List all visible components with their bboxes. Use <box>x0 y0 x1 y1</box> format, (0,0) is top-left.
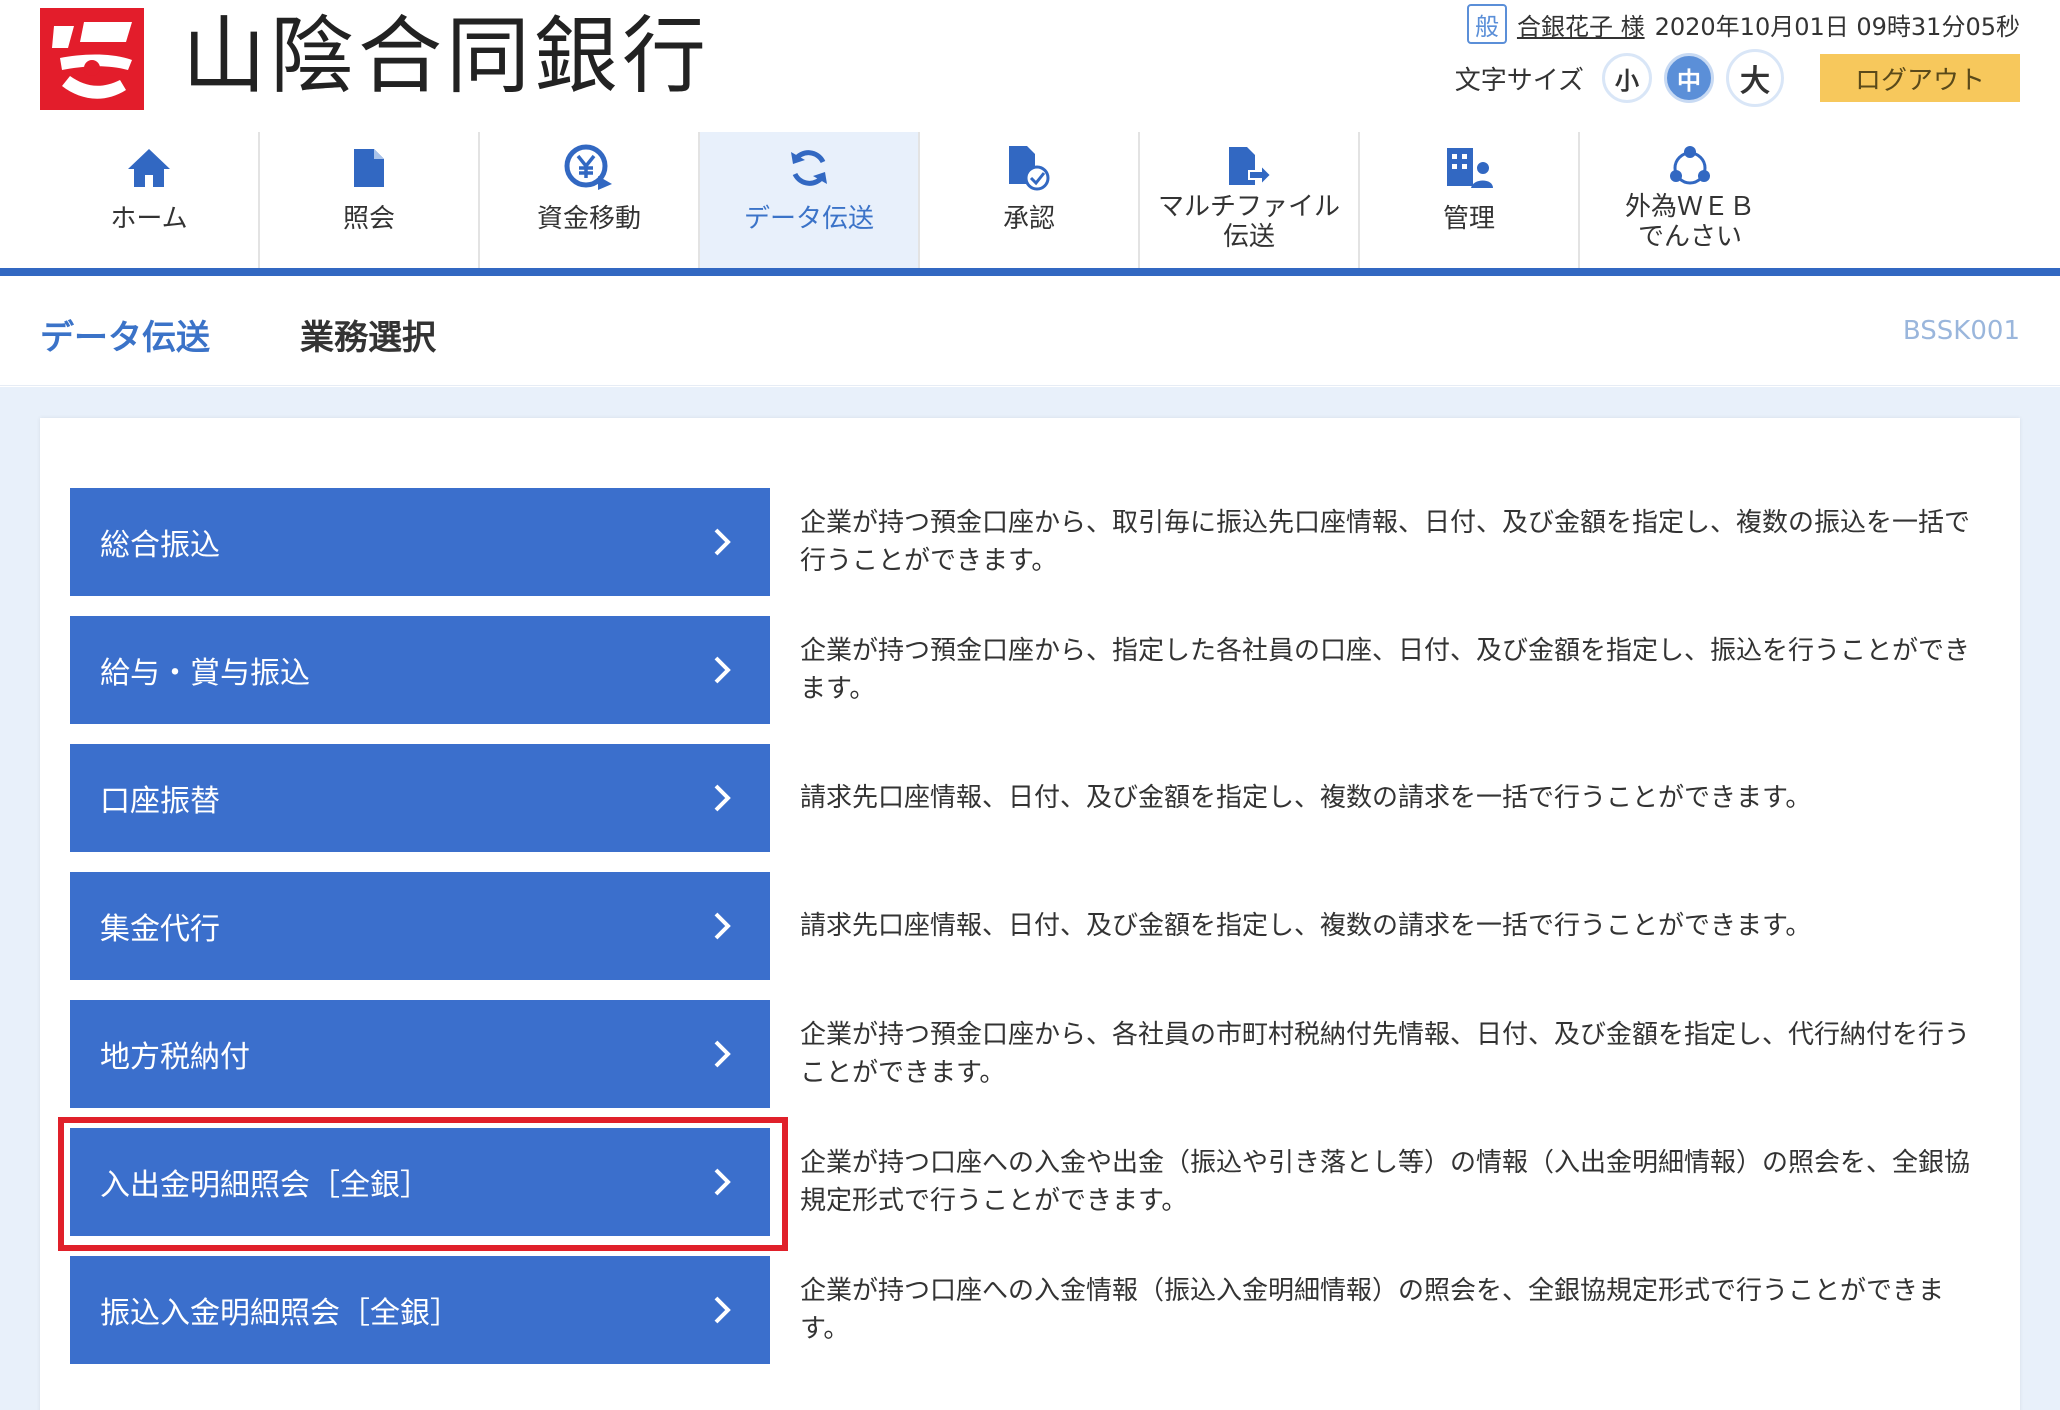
menu-button-nyushukkin-meisai-shokai[interactable]: 入出金明細照会［全銀］ <box>70 1128 770 1236</box>
bank-logo-mark <box>40 8 144 110</box>
menu-row: 入出金明細照会［全銀］ 企業が持つ口座への入金や出金（振込や引き落とし等）の情報… <box>70 1128 1990 1236</box>
nav-item-home[interactable]: ホーム <box>40 132 260 268</box>
chevron-right-icon <box>714 528 731 556</box>
user-name-link[interactable]: 合銀花子 様 <box>1517 7 1645 42</box>
menu-description: 企業が持つ口座への入金情報（振込入金明細情報）の照会を、全銀協規定形式で行うこと… <box>800 1276 1945 1344</box>
chevron-right-icon <box>714 1168 731 1196</box>
menu-button-label: 集金代行 <box>100 912 220 947</box>
menu-button-kyuyo-shoyo-furikomi[interactable]: 給与・賞与振込 <box>70 616 770 724</box>
chevron-right-icon <box>714 912 731 940</box>
bank-name: 山陰合同銀行 <box>182 7 711 105</box>
nav-label: 照会 <box>342 204 395 234</box>
page-category: データ伝送 <box>40 318 210 358</box>
font-size-medium-button[interactable]: 中 <box>1664 53 1714 103</box>
menu-button-label: 口座振替 <box>100 784 220 819</box>
menu-button-label: 入出金明細照会［全銀］ <box>100 1168 430 1203</box>
nav-item-forex-densai[interactable]: 外為ＷＥＢ でんさい <box>1580 132 1800 268</box>
menu-description: 企業が持つ預金口座から、各社員の市町村税納付先情報、日付、及び金額を指定し、代行… <box>800 1020 1971 1088</box>
nav-item-fund-transfer[interactable]: 資金移動 <box>480 132 700 268</box>
menu-button-shukin-daiko[interactable]: 集金代行 <box>70 872 770 980</box>
sync-icon <box>787 140 831 196</box>
menu-button-koza-furikae[interactable]: 口座振替 <box>70 744 770 852</box>
nav-label: ホーム <box>110 204 188 234</box>
management-icon <box>1445 140 1493 196</box>
nav-item-inquiry[interactable]: 照会 <box>260 132 480 268</box>
menu-button-label: 振込入金明細照会［全銀］ <box>100 1296 460 1331</box>
approve-document-icon <box>1007 140 1051 196</box>
menu-row: 総合振込 企業が持つ預金口座から、取引毎に振込先口座情報、日付、及び金額を指定し… <box>70 488 1990 596</box>
menu-button-furikomi-nyukin-meisai-shokai[interactable]: 振込入金明細照会［全銀］ <box>70 1256 770 1364</box>
chevron-right-icon <box>714 1296 731 1324</box>
menu-row: 振込入金明細照会［全銀］ 企業が持つ口座への入金情報（振込入金明細情報）の照会を… <box>70 1256 1990 1364</box>
font-size-controls: 文字サイズ 小 中 大 ログアウト <box>1455 48 2020 108</box>
chevron-right-icon <box>714 784 731 812</box>
font-size-large-button[interactable]: 大 <box>1726 49 1784 107</box>
header: 山陰合同銀行 般 合銀花子 様 2020年10月01日 09時31分05秒 文字… <box>0 0 2060 130</box>
nav-label: 資金移動 <box>536 204 641 234</box>
nav-item-management[interactable]: 管理 <box>1360 132 1580 268</box>
menu-row: 口座振替 請求先口座情報、日付、及び金額を指定し、複数の請求を一括で行うことがで… <box>70 744 1990 852</box>
network-icon <box>1667 140 1713 196</box>
menu-description: 企業が持つ預金口座から、取引毎に振込先口座情報、日付、及び金額を指定し、複数の振… <box>800 508 1971 576</box>
screen-id: BSSK001 <box>1902 316 2020 346</box>
menu-button-chihozei-nofu[interactable]: 地方税納付 <box>70 1000 770 1108</box>
menu-description: 請求先口座情報、日付、及び金額を指定し、複数の請求を一括で行うことができます。 <box>800 783 1812 813</box>
file-transfer-icon <box>1227 140 1271 196</box>
font-size-small-button[interactable]: 小 <box>1602 53 1652 103</box>
chevron-right-icon <box>714 1040 731 1068</box>
home-icon <box>126 140 172 196</box>
menu-row: 集金代行 請求先口座情報、日付、及び金額を指定し、複数の請求を一括で行うことがで… <box>70 872 1990 980</box>
menu-row: 地方税納付 企業が持つ預金口座から、各社員の市町村税納付先情報、日付、及び金額を… <box>70 1000 1990 1108</box>
nav-label: 承認 <box>1002 204 1055 234</box>
nav-label: データ伝送 <box>743 204 874 234</box>
menu-panel: 総合振込 企業が持つ預金口座から、取引毎に振込先口座情報、日付、及び金額を指定し… <box>40 418 2020 1410</box>
user-info: 般 合銀花子 様 2020年10月01日 09時31分05秒 <box>1466 4 2020 44</box>
global-nav: ホーム 照会 資金移動 データ伝送 承認 マルチファイル 伝送 管理 外為ＷＥＢ… <box>40 132 2060 268</box>
nav-underline <box>0 268 2060 276</box>
menu-button-label: 地方税納付 <box>100 1040 250 1075</box>
page-title: 業務選択 <box>300 318 436 358</box>
nav-item-approval[interactable]: 承認 <box>920 132 1140 268</box>
font-size-label: 文字サイズ <box>1454 65 1584 96</box>
menu-description: 企業が持つ口座への入金や出金（振込や引き落とし等）の情報（入出金明細情報）の照会… <box>800 1148 1971 1216</box>
nav-item-multi-file-transmission[interactable]: マルチファイル 伝送 <box>1140 132 1360 268</box>
menu-row: 給与・賞与振込 企業が持つ預金口座から、指定した各社員の口座、日付、及び金額を指… <box>70 616 1990 724</box>
chevron-right-icon <box>714 656 731 684</box>
yen-transfer-icon <box>564 140 614 196</box>
nav-label: 管理 <box>1442 204 1495 234</box>
menu-description: 企業が持つ預金口座から、指定した各社員の口座、日付、及び金額を指定し、振込を行う… <box>800 636 1971 704</box>
user-type-badge: 般 <box>1466 4 1507 44</box>
document-icon <box>352 140 386 196</box>
logout-button[interactable]: ログアウト <box>1820 54 2020 102</box>
menu-button-label: 総合振込 <box>100 528 220 563</box>
login-datetime: 2020年10月01日 09時31分05秒 <box>1654 12 2020 41</box>
menu-button-label: 給与・賞与振込 <box>100 656 310 691</box>
nav-label: マルチファイル 伝送 <box>1157 192 1340 252</box>
nav-item-data-transmission[interactable]: データ伝送 <box>700 132 920 268</box>
nav-label: 外為ＷＥＢ でんさい <box>1624 192 1755 252</box>
menu-button-sogo-furikomi[interactable]: 総合振込 <box>70 488 770 596</box>
menu-description: 請求先口座情報、日付、及び金額を指定し、複数の請求を一括で行うことができます。 <box>800 911 1812 941</box>
page-title-bar: データ伝送 業務選択 BSSK001 <box>0 276 2060 386</box>
